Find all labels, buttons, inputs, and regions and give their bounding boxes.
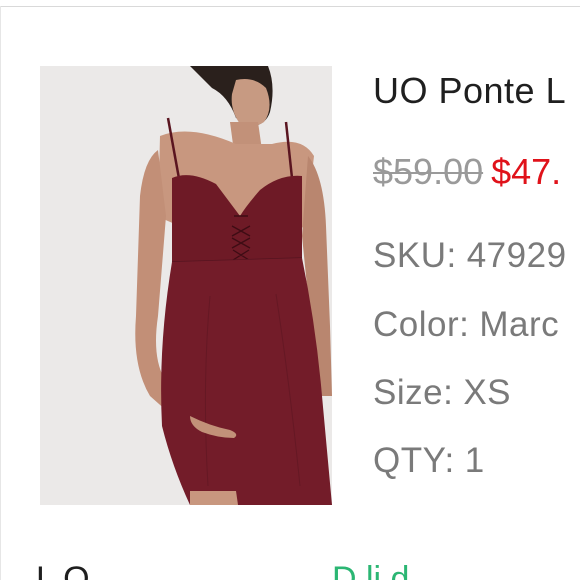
sale-price: $47.	[491, 151, 562, 192]
qty-value: 1	[464, 441, 485, 480]
order-detail-page: UO Ponte L $59.00 $47. SKU: 47929 Color: Ma…	[0, 0, 580, 580]
qty-row: QTY: 1	[373, 441, 485, 481]
sku-value: 47929	[466, 236, 567, 275]
footer-left-text: L O	[36, 560, 90, 580]
sku-row: SKU: 47929	[373, 236, 567, 276]
size-row: Size: XS	[373, 373, 511, 413]
original-price: $59.00	[373, 151, 484, 192]
price-row: $59.00 $47.	[373, 151, 561, 193]
order-footer-row: L O D li d	[36, 560, 580, 580]
delivery-status: D li d	[332, 560, 410, 580]
size-value: XS	[463, 373, 512, 412]
top-divider	[0, 6, 580, 7]
size-label: Size:	[373, 373, 454, 412]
sku-label: SKU:	[373, 236, 457, 275]
color-label: Color:	[373, 305, 470, 344]
color-row: Color: Marc	[373, 305, 559, 345]
dress-photo	[40, 66, 332, 505]
product-title[interactable]: UO Ponte L	[373, 70, 566, 112]
card-left-border	[0, 6, 1, 580]
color-value: Marc	[479, 305, 560, 344]
qty-label: QTY:	[373, 441, 455, 480]
product-image[interactable]	[40, 66, 332, 505]
